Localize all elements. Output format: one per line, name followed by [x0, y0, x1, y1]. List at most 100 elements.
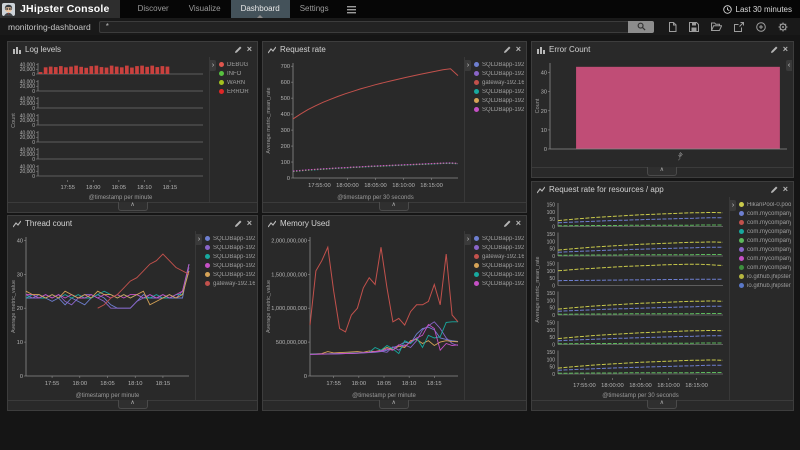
- legend-item[interactable]: SQLDBapp-192.168.4...: [205, 252, 255, 261]
- options-gear-icon[interactable]: [778, 22, 788, 32]
- legend-toggle-icon[interactable]: ›: [210, 60, 216, 71]
- close-icon[interactable]: ×: [783, 186, 788, 193]
- close-icon[interactable]: ×: [247, 46, 252, 53]
- legend-item[interactable]: SQLDBapp-192.168.4...: [205, 243, 255, 252]
- resources-chart[interactable]: Average metric_mean_rate@timestamp per 3…: [532, 197, 729, 400]
- legend-item[interactable]: SQLDBapp-192.168.4...: [205, 261, 255, 270]
- svg-text:18:10:00: 18:10:00: [657, 383, 680, 389]
- legend-item[interactable]: gateway-192.168.43.8...: [474, 78, 524, 87]
- legend-item[interactable]: com.mycompany.myap...: [739, 227, 791, 236]
- edit-pencil-icon[interactable]: [771, 46, 778, 53]
- legend-item[interactable]: com.mycompany.myap...: [739, 218, 791, 227]
- legend-dot: [205, 281, 210, 286]
- legend-item[interactable]: ERROR: [219, 87, 255, 96]
- error-count-chart[interactable]: Count010203040_all: [532, 57, 793, 167]
- legend-toggle-icon[interactable]: ‹: [786, 60, 792, 71]
- legend: › HikariPool-0.pool.Waitcom.mycompany.my…: [729, 197, 793, 400]
- jhipster-avatar: [2, 3, 15, 16]
- save-dashboard-icon[interactable]: [689, 22, 699, 32]
- legend-item[interactable]: SQLDBapp-192.168.4...: [474, 270, 524, 279]
- share-icon[interactable]: [734, 22, 744, 32]
- nav-item-dashboard[interactable]: Dashboard: [231, 0, 290, 18]
- legend-item[interactable]: SQLDBapp-192.168.4...: [205, 270, 255, 279]
- svg-text:50: 50: [549, 365, 555, 371]
- thread-count-chart[interactable]: Average metric_value@timestamp per minut…: [8, 231, 195, 400]
- collapse-tab[interactable]: ∧: [379, 202, 409, 211]
- time-picker[interactable]: Last 30 minutes: [723, 0, 800, 18]
- collapse-tab[interactable]: ∧: [118, 202, 148, 211]
- collapse-tab[interactable]: ∧: [647, 400, 677, 409]
- collapse-tab[interactable]: ∧: [379, 400, 409, 409]
- legend-item[interactable]: SQLDBapp-192.168.4...: [474, 261, 524, 270]
- legend-item[interactable]: gateway-192.168.43.8...: [205, 279, 255, 288]
- legend-item[interactable]: com.mycompany.myap...: [739, 236, 791, 245]
- legend-item[interactable]: WARN: [219, 78, 255, 87]
- legend-item[interactable]: SQLDBapp-192.168.4...: [474, 69, 524, 78]
- legend-toggle-icon[interactable]: ›: [465, 234, 471, 245]
- panel-footer: ∧: [8, 400, 257, 410]
- panel-footer: ∧: [263, 202, 526, 212]
- legend-item[interactable]: SQLDBapp-192.168.4...: [205, 234, 255, 243]
- panel-title: Memory Used: [280, 219, 500, 228]
- legend-item[interactable]: com.mycompany.myap...: [739, 209, 791, 218]
- log-levels-chart[interactable]: Count@timestamp per minute17:5518:0018:0…: [8, 57, 209, 202]
- legend-item[interactable]: com.mycompany.myap...: [739, 254, 791, 263]
- close-icon[interactable]: ×: [783, 46, 788, 53]
- svg-text:17:55:00: 17:55:00: [573, 383, 596, 389]
- nav-item-visualize[interactable]: Visualize: [179, 0, 231, 18]
- legend-item[interactable]: io.github.jhipster.web.r...: [739, 272, 791, 281]
- legend-item[interactable]: SQLDBapp-192.168.4...: [474, 234, 524, 243]
- legend-item[interactable]: SQLDBapp-192.168.4...: [474, 96, 524, 105]
- legend-item[interactable]: SQLDBapp-192.168.4...: [474, 105, 524, 114]
- svg-text:50: 50: [549, 247, 555, 253]
- legend-toggle-icon[interactable]: ›: [465, 60, 471, 71]
- query-input[interactable]: [99, 21, 628, 33]
- edit-pencil-icon[interactable]: [235, 46, 242, 53]
- legend-item[interactable]: SQLDBapp-192.168.4...: [474, 87, 524, 96]
- legend-item[interactable]: gateway-192.168.43.8...: [474, 252, 524, 261]
- legend-item[interactable]: INFO: [219, 69, 255, 78]
- search-button[interactable]: [628, 21, 654, 33]
- edit-pencil-icon[interactable]: [504, 220, 511, 227]
- svg-text:40: 40: [17, 238, 23, 244]
- load-dashboard-icon[interactable]: [711, 22, 722, 31]
- nav-item-settings[interactable]: Settings: [290, 0, 339, 18]
- legend-label: com.mycompany.myap...: [747, 247, 791, 253]
- svg-text:0: 0: [552, 372, 555, 378]
- collapse-tab[interactable]: ∧: [647, 167, 677, 176]
- new-dashboard-icon[interactable]: [668, 22, 677, 32]
- collapse-tab[interactable]: ∧: [118, 400, 148, 409]
- svg-text:18:00: 18:00: [73, 381, 88, 387]
- request-rate-chart[interactable]: Average metric_mean_rate@timestamp per 3…: [263, 57, 464, 202]
- legend-item[interactable]: HikariPool-0.pool.Wait: [739, 200, 791, 209]
- close-icon[interactable]: ×: [247, 220, 252, 227]
- svg-text:17:55: 17:55: [60, 185, 75, 191]
- svg-text:0: 0: [287, 176, 290, 182]
- legend-item[interactable]: com.mycompany.myap...: [739, 263, 791, 272]
- legend-label: com.mycompany.myap...: [747, 220, 791, 226]
- legend-label: com.mycompany.myap...: [747, 229, 791, 235]
- legend-item[interactable]: io.github.jhipster.web.r...: [739, 281, 791, 290]
- svg-text:100: 100: [547, 210, 556, 216]
- apps-menu-icon[interactable]: [339, 0, 364, 18]
- panel-header: Thread count ×: [8, 216, 257, 231]
- legend-dot: [474, 98, 479, 103]
- legend-item[interactable]: SQLDBapp-192.168.4...: [474, 243, 524, 252]
- edit-pencil-icon[interactable]: [235, 220, 242, 227]
- edit-pencil-icon[interactable]: [504, 46, 511, 53]
- legend-toggle-icon[interactable]: ›: [196, 234, 202, 245]
- legend-item[interactable]: SQLDBapp-192.168.4...: [474, 60, 524, 69]
- svg-text:100: 100: [547, 357, 556, 363]
- legend-dot: [739, 202, 744, 207]
- add-visualization-icon[interactable]: [756, 22, 766, 32]
- close-icon[interactable]: ×: [516, 46, 521, 53]
- memory-used-chart[interactable]: Average metric_value@timestamp per minut…: [263, 231, 464, 400]
- legend-toggle-icon[interactable]: ›: [730, 200, 736, 211]
- edit-pencil-icon[interactable]: [771, 186, 778, 193]
- nav-item-discover[interactable]: Discover: [128, 0, 179, 18]
- legend-item[interactable]: com.mycompany.myap...: [739, 245, 791, 254]
- legend-item[interactable]: DEBUG: [219, 60, 255, 69]
- app-logo[interactable]: JHipster Console: [0, 0, 120, 18]
- legend-item[interactable]: SQLDBapp-192.168.4...: [474, 279, 524, 288]
- close-icon[interactable]: ×: [516, 220, 521, 227]
